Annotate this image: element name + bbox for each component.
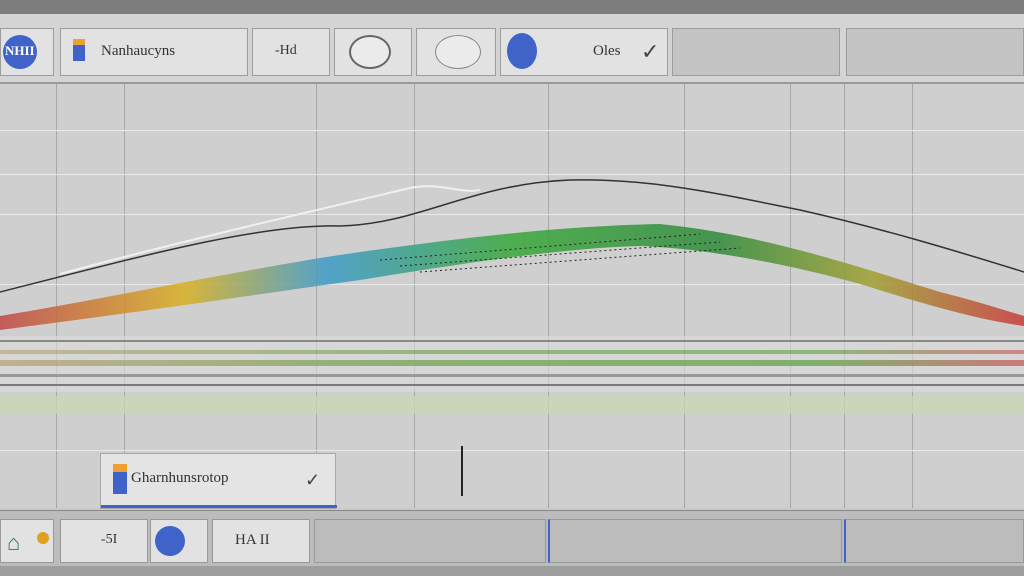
tool-button-4-label: Oles	[593, 43, 621, 59]
app-logo-button[interactable]: NHII	[0, 28, 54, 76]
tool-button-1[interactable]: -Hd	[252, 28, 330, 76]
tool-button-1-label: -Hd	[275, 43, 297, 58]
track-line	[0, 384, 1024, 386]
checkmark-icon: ✓	[641, 39, 660, 64]
legend-panel-accent	[101, 505, 337, 508]
track-line	[0, 350, 1024, 354]
legend-panel-label: Gharnhunsrotop	[131, 470, 229, 486]
plot-area[interactable]	[0, 84, 1024, 508]
document-icon	[73, 39, 85, 61]
bottom-empty-slot[interactable]	[548, 519, 842, 563]
track-line	[0, 340, 1024, 342]
window-title-bar	[0, 0, 1024, 14]
app-title: Nanhaucyns	[101, 43, 176, 59]
bottom-button-2[interactable]	[150, 519, 208, 563]
status-bar	[0, 566, 1024, 576]
tool-button-2[interactable]	[334, 28, 412, 76]
title-button[interactable]: Nanhaucyns	[60, 28, 248, 76]
status-dot	[37, 532, 49, 544]
bottom-button-3-label: HA II	[235, 532, 270, 548]
bottom-toolbar: ⌂ -5I HA II	[0, 510, 1024, 567]
toolbar: NHII Nanhaucyns -Hd Oles ✓	[0, 14, 1024, 84]
home-button[interactable]: ⌂	[0, 519, 54, 563]
globe-icon	[155, 526, 185, 556]
tool-button-3[interactable]	[416, 28, 496, 76]
track-line	[0, 374, 1024, 377]
track-line	[0, 360, 1024, 366]
bottom-empty-slot[interactable]	[844, 519, 1024, 563]
bottom-button-3[interactable]: HA II	[212, 519, 310, 563]
spectral-band	[0, 224, 1024, 330]
bottom-empty-slot[interactable]	[314, 519, 546, 563]
legend-panel[interactable]: Gharnhunsrotop ✓	[100, 453, 337, 509]
home-icon: ⌂	[7, 530, 21, 555]
bottom-button-1-label: -5I	[101, 532, 118, 547]
document-icon	[113, 464, 127, 494]
ellipse-tool-icon	[435, 35, 481, 69]
globe-icon	[507, 33, 537, 69]
ellipse-tool-icon	[349, 35, 391, 69]
checkmark-icon: ✓	[305, 470, 321, 490]
tool-button-4[interactable]: Oles ✓	[500, 28, 668, 76]
waveform-display	[0, 179, 1024, 496]
toolbar-empty-slot[interactable]	[672, 28, 840, 76]
toolbar-empty-slot[interactable]	[846, 28, 1024, 76]
lower-band	[0, 396, 1024, 414]
app-logo-label: NHII	[5, 43, 35, 58]
cursor-line[interactable]	[461, 446, 463, 496]
bottom-button-1[interactable]: -5I	[60, 519, 148, 563]
